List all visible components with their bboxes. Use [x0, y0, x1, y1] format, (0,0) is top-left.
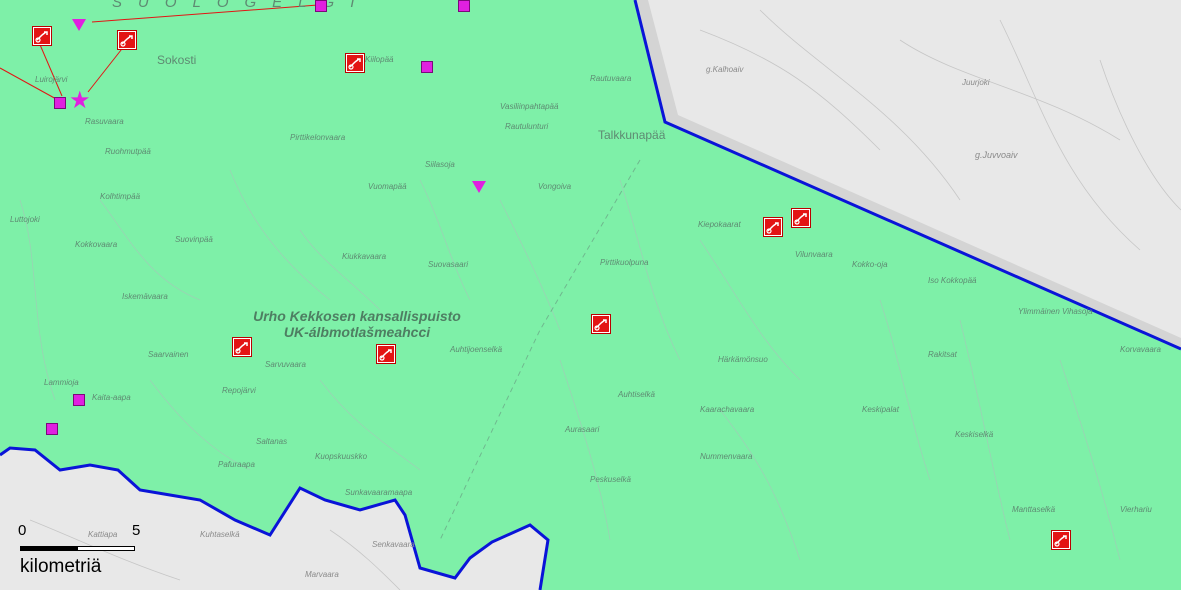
rescue-station-icon[interactable]: [118, 31, 136, 49]
label-kaarachavaara: Kaarachavaara: [700, 405, 755, 414]
rescue-station-icon[interactable]: [792, 209, 810, 227]
label-siilasoja: Siilasoja: [425, 160, 455, 169]
label-kiukkavaara: Kiukkavaara: [342, 252, 387, 261]
hut-square-icon[interactable]: [458, 0, 470, 12]
label-kokkovaara: Kokkovaara: [75, 240, 118, 249]
rescue-station-icon[interactable]: [1052, 531, 1070, 549]
scale-bar-segment-1: [20, 546, 78, 551]
label-kiepokaarat: Kiepokaarat: [698, 220, 741, 229]
label-rautuvaara: Rautuvaara: [590, 74, 632, 83]
rescue-station-icon[interactable]: [764, 218, 782, 236]
label-ylimmainen: Ylimmäinen Vihasoja: [1018, 307, 1093, 316]
label-rasuvaara: Rasuvaara: [85, 117, 124, 126]
park-name-line2: UK-álbmotlašmeahcci: [283, 324, 431, 340]
scale-zero: 0: [18, 522, 27, 539]
label-nummenvaara: Nummenvaara: [700, 452, 753, 461]
label-iso-kokkopaa: Iso Kokkopää: [928, 276, 977, 285]
label-suovinpaa: Suovinpää: [175, 235, 213, 244]
label-saltanas: Saltanas: [256, 437, 288, 446]
label-peskuselka: Peskuselkä: [590, 475, 631, 484]
shelter-triangle-icon[interactable]: [72, 19, 86, 31]
label-vilunvaara: Vilunvaara: [795, 250, 833, 259]
label-sokosti: Sokosti: [157, 53, 197, 67]
label-vuomapaa: Vuomapää: [368, 182, 407, 191]
hut-square-icon[interactable]: [46, 423, 58, 435]
label-keskiselka: Keskiselkä: [955, 430, 994, 439]
label-kaita-aapa: Kaita-aapa: [92, 393, 131, 402]
label-keskipalat: Keskipalat: [862, 405, 899, 414]
label-vongoiva: Vongoiva: [538, 182, 572, 191]
label-auhtijoenselka: Auhtijoenselkä: [450, 345, 503, 354]
label-sunkavaaramaapa: Sunkavaaramaapa: [345, 488, 413, 497]
label-suovasaari: Suovasaari: [428, 260, 469, 269]
hut-square-icon[interactable]: [421, 61, 433, 73]
label-sarvuvaara: Sarvuvaara: [265, 360, 306, 369]
label-lammioja: Lammioja: [44, 378, 79, 387]
label-luttojoki: Luttojoki: [10, 215, 40, 224]
scale-five: 5: [132, 522, 141, 539]
label-manttaselka: Manttaselkä: [1012, 505, 1056, 514]
scale-unit: kilometriä: [20, 556, 102, 577]
label-ruohmutpaa: Ruohmutpää: [105, 147, 151, 156]
label-vasiliinpahtapaa: Vasiliinpahtapää: [500, 102, 559, 111]
scale-bar-segment-2: [77, 546, 135, 551]
hut-square-icon[interactable]: [315, 0, 327, 12]
label-pirttikelonvaara: Pirttikelonvaara: [290, 133, 346, 142]
hut-square-icon[interactable]: [54, 97, 66, 109]
label-kuopskuuskko: Kuopskuuskko: [315, 452, 368, 461]
label-kiilopaa: Kiilopää: [365, 55, 394, 64]
label-saarvainen: Saarvainen: [148, 350, 189, 359]
label-auhtiselka: Auhtiselkä: [618, 390, 655, 399]
star-icon[interactable]: ★: [69, 89, 91, 113]
rescue-station-icon[interactable]: [33, 27, 51, 45]
label-vierhariu: Vierhariu: [1120, 505, 1152, 514]
label-pafuraapa: Pafuraapa: [218, 460, 255, 469]
region-label: SUOLOGELGI: [112, 0, 371, 11]
label-juurujoki: Juurjoki: [962, 78, 990, 87]
park-name: Urho Kekkosen kansallispuisto UK-álbmotl…: [222, 308, 492, 340]
label-rakitsat: Rakitsat: [928, 350, 957, 359]
scale-bar: 0 5 kilometriä: [18, 522, 141, 582]
label-pirttikuolpuna: Pirttikuolpuna: [600, 258, 649, 267]
label-aurasaari: Aurasaari: [565, 425, 600, 434]
label-repojarvi: Repojärvi: [222, 386, 256, 395]
label-harkamonsuo: Härkämönsuo: [718, 355, 768, 364]
park-name-line1: Urho Kekkosen kansallispuisto: [253, 308, 461, 324]
label-luirojarvi: Luirojärvi: [35, 75, 68, 84]
label-iskemavaara: Iskemävaara: [122, 292, 168, 301]
rescue-station-icon[interactable]: [346, 54, 364, 72]
shelter-triangle-icon[interactable]: [472, 181, 486, 193]
label-senkavaara: Senkavaara: [372, 540, 415, 549]
label-talkkunapaa: Talkkunapää: [598, 128, 666, 142]
label-kalhoaiv: g.Kalhoaiv: [706, 65, 744, 74]
map-canvas[interactable]: SUOLOGELGI Urho Kekkosen kansallispuisto…: [0, 0, 1181, 590]
rescue-station-icon[interactable]: [233, 338, 251, 356]
rescue-station-icon[interactable]: [592, 315, 610, 333]
label-kuhtaselka: Kuhtaselkä: [200, 530, 240, 539]
label-juvvoaiv: g.Juvvoaiv: [975, 150, 1018, 160]
label-korvavaara: Korvavaara: [1120, 345, 1161, 354]
label-rautulunturi: Rautulunturi: [505, 122, 549, 131]
label-kokko-oja: Kokko-oja: [852, 260, 888, 269]
label-kolhtimpaa: Kolhtimpää: [100, 192, 141, 201]
map-shapes: [0, 0, 1181, 590]
label-marvaara: Marvaara: [305, 570, 339, 579]
hut-square-icon[interactable]: [73, 394, 85, 406]
rescue-station-icon[interactable]: [377, 345, 395, 363]
